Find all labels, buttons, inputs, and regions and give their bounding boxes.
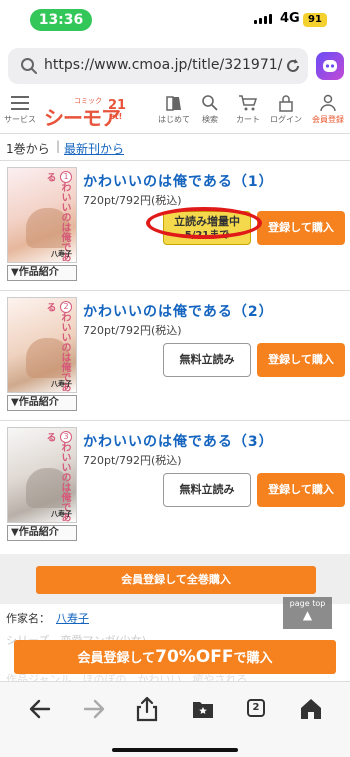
url-text[interactable]: https://www.cmoa.jp/title/321971/	[44, 57, 282, 73]
home-icon[interactable]	[298, 696, 324, 722]
cart-icon	[239, 95, 258, 111]
sticky-discount: 70%OFF	[155, 647, 234, 667]
page-top-label: page top	[289, 599, 326, 608]
item-title[interactable]: かわいいのは俺である（3）	[83, 431, 274, 451]
item-title[interactable]: かわいいのは俺である（2）	[83, 301, 274, 321]
register-buy-button[interactable]: 登録して購入	[257, 211, 345, 245]
bookmarks-icon[interactable]	[190, 696, 216, 722]
page-top-button[interactable]: page top ▲	[283, 597, 332, 629]
author-label: 作家名：	[6, 612, 50, 625]
sort-separator: |	[56, 139, 61, 153]
nav-label: カート	[236, 115, 260, 124]
register-buy-button[interactable]: 登録して購入	[257, 473, 345, 507]
cover-volume: 2	[60, 301, 72, 313]
search-icon	[21, 58, 37, 74]
nav-label: ログイン	[270, 115, 302, 124]
battery-icon: 91	[303, 13, 327, 27]
nav-cart[interactable]: カート	[230, 94, 266, 125]
sticky-post: で購入	[233, 651, 273, 666]
sort-row: 1巻から | 最新刊から	[0, 136, 350, 160]
cover-author: 八寿子	[51, 250, 72, 258]
intro-toggle[interactable]: ▼作品紹介	[7, 395, 77, 411]
status-time: 13:36	[30, 9, 92, 31]
bulk-purchase-button[interactable]: 会員登録して全巻購入	[36, 566, 316, 594]
home-indicator	[112, 748, 238, 752]
search-icon	[202, 95, 218, 111]
item-price: 720pt/792円(税込)	[83, 194, 182, 207]
item-price: 720pt/792円(税込)	[83, 324, 182, 337]
free-preview-button[interactable]: 無料立読み	[163, 343, 251, 377]
signal-icon	[254, 14, 272, 24]
author-link[interactable]: 八寿子	[56, 610, 89, 626]
cover-image[interactable]: かわいいのは俺である 3 八寿子	[7, 427, 77, 523]
reload-icon[interactable]	[284, 57, 302, 75]
register-buy-button[interactable]: 登録して購入	[257, 343, 345, 377]
share-icon[interactable]	[134, 696, 160, 722]
cover-image[interactable]: かわいいのは俺である 1 八寿子	[7, 167, 77, 263]
intro-toggle[interactable]: ▼作品紹介	[7, 525, 77, 541]
nav-label: 会員登録	[312, 115, 344, 124]
nav-login[interactable]: ログイン	[268, 94, 304, 125]
nav-register[interactable]: 会員登録	[308, 94, 348, 125]
nav-label: はじめて	[158, 115, 190, 124]
sticky-pre: 会員登録して	[77, 651, 156, 666]
user-icon	[320, 94, 336, 112]
site-header: サービス コミック シーモア 21 st! はじめて 検索 カート ログイン 会…	[0, 92, 350, 134]
back-icon[interactable]	[27, 696, 53, 722]
menu-button[interactable]: サービス	[2, 94, 38, 125]
item-price: 720pt/792円(税込)	[83, 454, 182, 467]
network-type: 4G	[280, 11, 300, 26]
lock-icon	[279, 95, 293, 112]
cover-author: 八寿子	[51, 510, 72, 518]
cover-volume: 1	[60, 171, 72, 183]
browser-toolbar: 2	[0, 681, 350, 757]
menu-label: サービス	[4, 115, 36, 124]
extension-icon[interactable]	[316, 52, 344, 80]
address-bar[interactable]: https://www.cmoa.jp/title/321971/	[8, 48, 308, 84]
sort-from-first: 1巻から	[6, 142, 50, 156]
list-item: かわいいのは俺である 3 八寿子 ▼作品紹介 かわいいのは俺である（3） 720…	[0, 420, 350, 548]
nav-search[interactable]: 検索	[192, 94, 228, 125]
logo-st: st!	[110, 112, 123, 121]
up-arrow-icon: ▲	[302, 608, 313, 622]
nav-beginner[interactable]: はじめて	[156, 94, 192, 125]
item-title[interactable]: かわいいのは俺である（1）	[83, 171, 274, 191]
cover-image[interactable]: かわいいのは俺である 2 八寿子	[7, 297, 77, 393]
book-icon	[166, 96, 181, 111]
cover-volume: 3	[60, 431, 72, 443]
forward-icon[interactable]	[81, 696, 107, 722]
highlight-circle	[146, 207, 262, 239]
logo-num: 21	[108, 98, 127, 113]
status-bar: 13:36 4G 91	[0, 0, 350, 40]
cover-author: 八寿子	[51, 380, 72, 388]
list-item: かわいいのは俺である 2 八寿子 ▼作品紹介 かわいいのは俺である（2） 720…	[0, 290, 350, 418]
site-logo[interactable]: コミック シーモア 21 st!	[44, 96, 128, 130]
nav-label: 検索	[202, 115, 218, 124]
tabs-icon[interactable]: 2	[247, 699, 265, 717]
hamburger-icon	[11, 96, 29, 110]
sort-newest-link[interactable]: 最新刊から	[64, 140, 124, 157]
intro-toggle[interactable]: ▼作品紹介	[7, 265, 77, 281]
free-preview-button[interactable]: 無料立読み	[163, 473, 251, 507]
sticky-register-button[interactable]: 会員登録して70%OFFで購入	[14, 640, 336, 674]
